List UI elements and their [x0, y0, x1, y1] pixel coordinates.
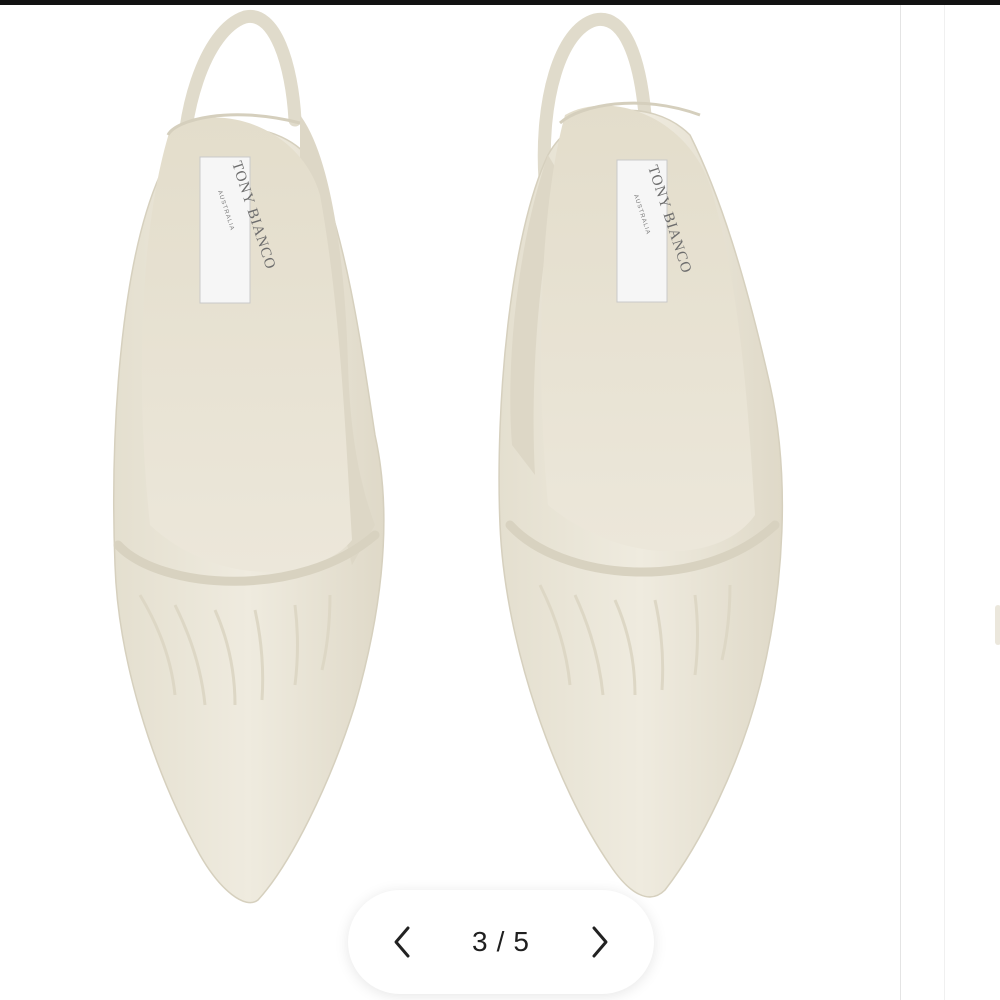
product-image-gallery[interactable]: TONY BIANCO AUSTRALIA TONY BIANCO AUSTRA…: [0, 5, 900, 1000]
current-image-index: 3: [472, 926, 489, 957]
right-shoe: [498, 12, 784, 898]
left-shoe: [113, 10, 385, 904]
next-image-edge: [995, 605, 1000, 645]
counter-separator: /: [496, 926, 506, 957]
chevron-left-icon: [394, 926, 410, 958]
image-counter: 3 / 5: [472, 926, 530, 958]
image-pager: 3 / 5: [348, 890, 654, 994]
chevron-right-icon: [592, 926, 608, 958]
product-photo: TONY BIANCO AUSTRALIA TONY BIANCO AUSTRA…: [113, 10, 784, 904]
prev-image-button[interactable]: [380, 920, 424, 964]
next-image-button[interactable]: [578, 920, 622, 964]
panel-divider: [900, 5, 901, 1000]
next-image-peek[interactable]: [944, 5, 1000, 1000]
total-images: 5: [513, 926, 530, 957]
